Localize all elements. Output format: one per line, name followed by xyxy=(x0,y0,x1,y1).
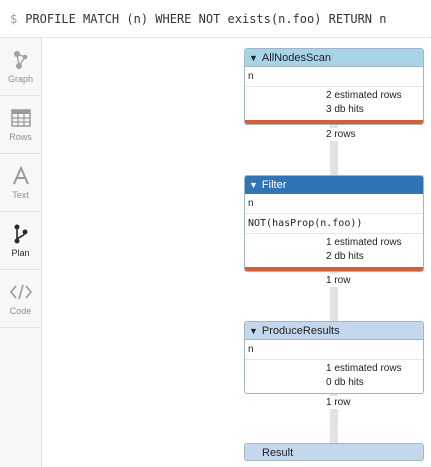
connector-row-count: 1 row xyxy=(326,396,351,409)
operator-identifiers: n xyxy=(245,67,423,87)
operator-expression: NOT(hasProp(n.foo)) xyxy=(245,214,423,234)
tab-rows-label: Rows xyxy=(9,132,32,142)
cost-bar xyxy=(245,120,423,124)
query-bar[interactable]: $ PROFILE MATCH (n) WHERE NOT exists(n.f… xyxy=(0,0,431,38)
tab-plan[interactable]: Plan xyxy=(0,212,41,270)
tab-code-label: Code xyxy=(9,306,32,316)
tab-text-label: Text xyxy=(12,190,29,200)
db-hits: 3 db hits xyxy=(326,104,364,115)
collapse-triangle-icon[interactable]: ▼ xyxy=(249,180,258,190)
prompt-symbol: $ xyxy=(10,11,18,26)
db-hits: 2 db hits xyxy=(326,251,364,262)
tab-graph[interactable]: Graph xyxy=(0,38,41,96)
table-icon xyxy=(10,107,31,129)
graph-icon xyxy=(11,49,31,71)
collapse-triangle-icon[interactable]: ▼ xyxy=(249,53,258,63)
db-hits: 0 db hits xyxy=(326,377,364,388)
tab-plan-label: Plan xyxy=(11,248,30,258)
operator-header[interactable]: ▼ Filter xyxy=(245,176,423,194)
code-icon xyxy=(9,281,33,303)
operator-name: Filter xyxy=(261,178,287,191)
operator-allnodesscan[interactable]: ▼ AllNodesScan n 2 estimated rows 3 db h… xyxy=(244,48,424,125)
operator-header[interactable]: ▼ ProduceResults xyxy=(245,322,423,340)
operator-result[interactable]: Result xyxy=(244,443,424,461)
connector-row-count: 1 row xyxy=(326,274,351,287)
operator-filter[interactable]: ▼ Filter n NOT(hasProp(n.foo)) 1 estimat… xyxy=(244,175,424,272)
operator-name: AllNodesScan xyxy=(261,51,332,64)
estimated-rows: 2 estimated rows xyxy=(326,90,402,101)
operator-identifiers: n xyxy=(245,340,423,360)
tab-text[interactable]: Text xyxy=(0,154,41,212)
operator-name: ProduceResults xyxy=(261,324,340,337)
operator-name: Result xyxy=(262,447,294,459)
cost-bar xyxy=(245,267,423,271)
operator-produceresults[interactable]: ▼ ProduceResults n 1 estimated rows 0 db… xyxy=(244,321,424,394)
tab-graph-label: Graph xyxy=(7,74,33,84)
estimated-rows: 1 estimated rows xyxy=(326,237,402,248)
estimated-rows: 1 estimated rows xyxy=(326,363,402,374)
connector-row-count: 2 rows xyxy=(326,128,356,141)
collapse-triangle-icon[interactable]: ▼ xyxy=(249,326,258,336)
query-text[interactable]: PROFILE MATCH (n) WHERE NOT exists(n.foo… xyxy=(25,12,386,26)
plan-icon xyxy=(11,223,31,245)
operator-header[interactable]: ▼ AllNodesScan xyxy=(245,49,423,67)
tab-code[interactable]: Code xyxy=(0,270,41,328)
tab-rows[interactable]: Rows xyxy=(0,96,41,154)
view-sidebar: Graph Rows Text Plan Code xyxy=(0,38,42,467)
operator-header[interactable]: Result xyxy=(245,444,423,460)
text-icon xyxy=(11,165,31,187)
operator-identifiers: n xyxy=(245,194,423,214)
